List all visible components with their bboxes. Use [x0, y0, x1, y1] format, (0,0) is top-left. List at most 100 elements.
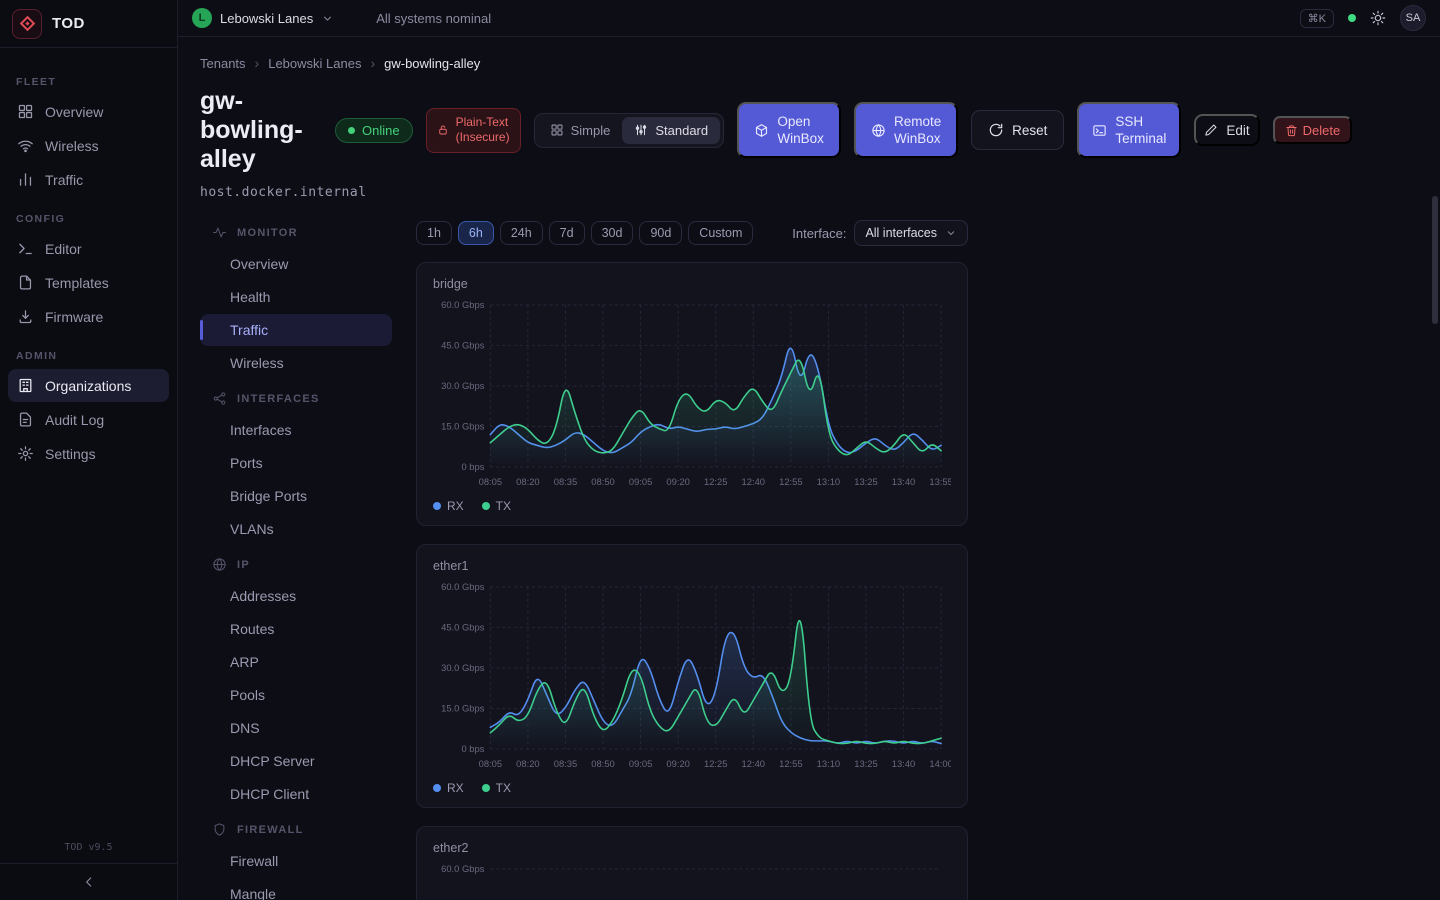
reset-button[interactable]: Reset: [971, 110, 1064, 150]
sidebar-item-overview[interactable]: Overview: [8, 95, 169, 128]
traffic-chart-ether2: 0 bps15.0 Gbps30.0 Gbps45.0 Gbps60.0 Gbp…: [433, 859, 951, 900]
legend-item-rx[interactable]: RX: [433, 781, 464, 795]
view-mode-simple[interactable]: Simple: [538, 117, 623, 144]
svg-text:12:55: 12:55: [779, 758, 802, 769]
sidebar-item-organizations[interactable]: Organizations: [8, 369, 169, 402]
device-nav-item-dns[interactable]: DNS: [200, 712, 392, 744]
range-6h[interactable]: 6h: [458, 221, 494, 245]
sidebar-collapse-button[interactable]: [0, 863, 177, 900]
topbar: L Lebowski Lanes All systems nominal ⌘K …: [178, 0, 1440, 37]
breadcrumb-separator: ›: [255, 55, 260, 71]
view-mode-toggle: Simple Standard: [534, 113, 725, 148]
section-label: FIREWALL: [237, 824, 304, 836]
app-version: TOD v9.5: [0, 842, 177, 863]
traffic-chart-ether1: 0 bps15.0 Gbps30.0 Gbps45.0 Gbps60.0 Gbp…: [433, 577, 951, 775]
device-nav-item-ports[interactable]: Ports: [200, 447, 392, 479]
range-7d[interactable]: 7d: [549, 221, 585, 245]
legend-item-tx[interactable]: TX: [482, 499, 511, 513]
simple-label: Simple: [571, 123, 611, 138]
svg-text:08:50: 08:50: [591, 476, 614, 487]
wifi-icon: [17, 137, 34, 154]
page-title: gw-bowling-alley: [200, 87, 322, 173]
remote-winbox-button[interactable]: Remote WinBox: [854, 102, 958, 158]
device-nav-item-bridge-ports[interactable]: Bridge Ports: [200, 480, 392, 512]
document-icon: [17, 411, 34, 428]
user-avatar[interactable]: SA: [1400, 5, 1426, 31]
chart-card-ether1: ether1 0 bps15.0 Gbps30.0 Gbps45.0 Gbps6…: [416, 544, 968, 808]
svg-text:13:10: 13:10: [817, 758, 840, 769]
activity-icon: [212, 225, 227, 240]
theme-toggle-button[interactable]: [1370, 10, 1386, 26]
range-24h[interactable]: 24h: [500, 221, 543, 245]
svg-text:45.0 Gbps: 45.0 Gbps: [441, 621, 485, 632]
device-nav-item-overview[interactable]: Overview: [200, 248, 392, 280]
sidebar-item-label: Templates: [45, 275, 109, 291]
delete-button[interactable]: Delete: [1273, 116, 1353, 144]
download-icon: [17, 308, 34, 325]
device-nav-item-interfaces[interactable]: Interfaces: [200, 414, 392, 446]
interface-filter-label: Interface:: [792, 226, 846, 241]
view-mode-standard[interactable]: Standard: [622, 117, 720, 144]
range-30d[interactable]: 30d: [591, 221, 634, 245]
open-winbox-label: Open WinBox: [777, 113, 824, 148]
device-nav-item-dhcp-server[interactable]: DHCP Server: [200, 745, 392, 777]
svg-text:09:20: 09:20: [666, 758, 689, 769]
bar-chart-icon: [17, 171, 34, 188]
device-nav-item-wireless[interactable]: Wireless: [200, 347, 392, 379]
svg-text:30.0 Gbps: 30.0 Gbps: [441, 380, 485, 391]
sidebar-item-label: Editor: [45, 241, 82, 257]
tenant-switcher[interactable]: L Lebowski Lanes: [192, 8, 334, 28]
sidebar-item-label: Organizations: [45, 378, 131, 394]
scrollbar-thumb[interactable]: [1432, 196, 1438, 324]
legend-item-tx[interactable]: TX: [482, 781, 511, 795]
sidebar-item-editor[interactable]: Editor: [8, 232, 169, 265]
device-nav-item-arp[interactable]: ARP: [200, 646, 392, 678]
interface-select-value: All interfaces: [865, 226, 937, 240]
topbar-right: ⌘K SA: [1300, 5, 1426, 31]
sidebar-item-firmware[interactable]: Firmware: [8, 300, 169, 333]
svg-text:30.0 Gbps: 30.0 Gbps: [441, 662, 485, 673]
sidebar-item-audit-log[interactable]: Audit Log: [8, 403, 169, 436]
chevron-left-icon: [81, 874, 97, 890]
edit-button[interactable]: Edit: [1194, 114, 1259, 146]
chart-legend: RX TX: [433, 499, 951, 513]
sidebar-section-admin: ADMIN: [0, 334, 177, 368]
sidebar-section-config: CONFIG: [0, 197, 177, 231]
device-nav-item-firewall[interactable]: Firewall: [200, 845, 392, 877]
range-1h[interactable]: 1h: [416, 221, 452, 245]
svg-text:08:50: 08:50: [591, 758, 614, 769]
globe-icon: [871, 123, 886, 138]
range-custom[interactable]: Custom: [688, 221, 753, 245]
device-nav-item-pools[interactable]: Pools: [200, 679, 392, 711]
legend-item-rx[interactable]: RX: [433, 499, 464, 513]
breadcrumb-tenant[interactable]: Lebowski Lanes: [268, 56, 361, 71]
device-nav-section-firewall: FIREWALL: [200, 811, 392, 844]
device-nav-item-vlans[interactable]: VLANs: [200, 513, 392, 545]
range-90d[interactable]: 90d: [639, 221, 682, 245]
tenant-name: Lebowski Lanes: [220, 11, 313, 26]
open-winbox-button[interactable]: Open WinBox: [737, 102, 841, 158]
svg-text:08:35: 08:35: [554, 758, 577, 769]
breadcrumb-current: gw-bowling-alley: [384, 56, 480, 71]
sidebar-item-settings[interactable]: Settings: [8, 437, 169, 470]
svg-text:09:20: 09:20: [666, 476, 689, 487]
chart-title: ether2: [433, 841, 951, 855]
online-dot-icon: [348, 127, 355, 134]
security-warning-text: Plain-Text (Insecure): [456, 115, 510, 146]
device-nav: MONITOR Overview Health Traffic Wireless…: [200, 214, 392, 900]
device-nav-item-addresses[interactable]: Addresses: [200, 580, 392, 612]
device-nav-item-dhcp-client[interactable]: DHCP Client: [200, 778, 392, 810]
svg-text:13:55: 13:55: [929, 476, 951, 487]
device-nav-item-routes[interactable]: Routes: [200, 613, 392, 645]
sidebar-item-traffic[interactable]: Traffic: [8, 163, 169, 196]
breadcrumb-tenants[interactable]: Tenants: [200, 56, 246, 71]
command-palette-shortcut[interactable]: ⌘K: [1300, 9, 1334, 28]
ssh-terminal-button[interactable]: SSH Terminal: [1077, 102, 1181, 158]
sidebar-item-templates[interactable]: Templates: [8, 266, 169, 299]
interface-select[interactable]: All interfaces: [854, 220, 968, 246]
device-nav-item-mangle[interactable]: Mangle: [200, 878, 392, 900]
device-nav-item-traffic[interactable]: Traffic: [200, 314, 392, 346]
sidebar-item-wireless[interactable]: Wireless: [8, 129, 169, 162]
svg-text:15.0 Gbps: 15.0 Gbps: [441, 421, 485, 432]
device-nav-item-health[interactable]: Health: [200, 281, 392, 313]
